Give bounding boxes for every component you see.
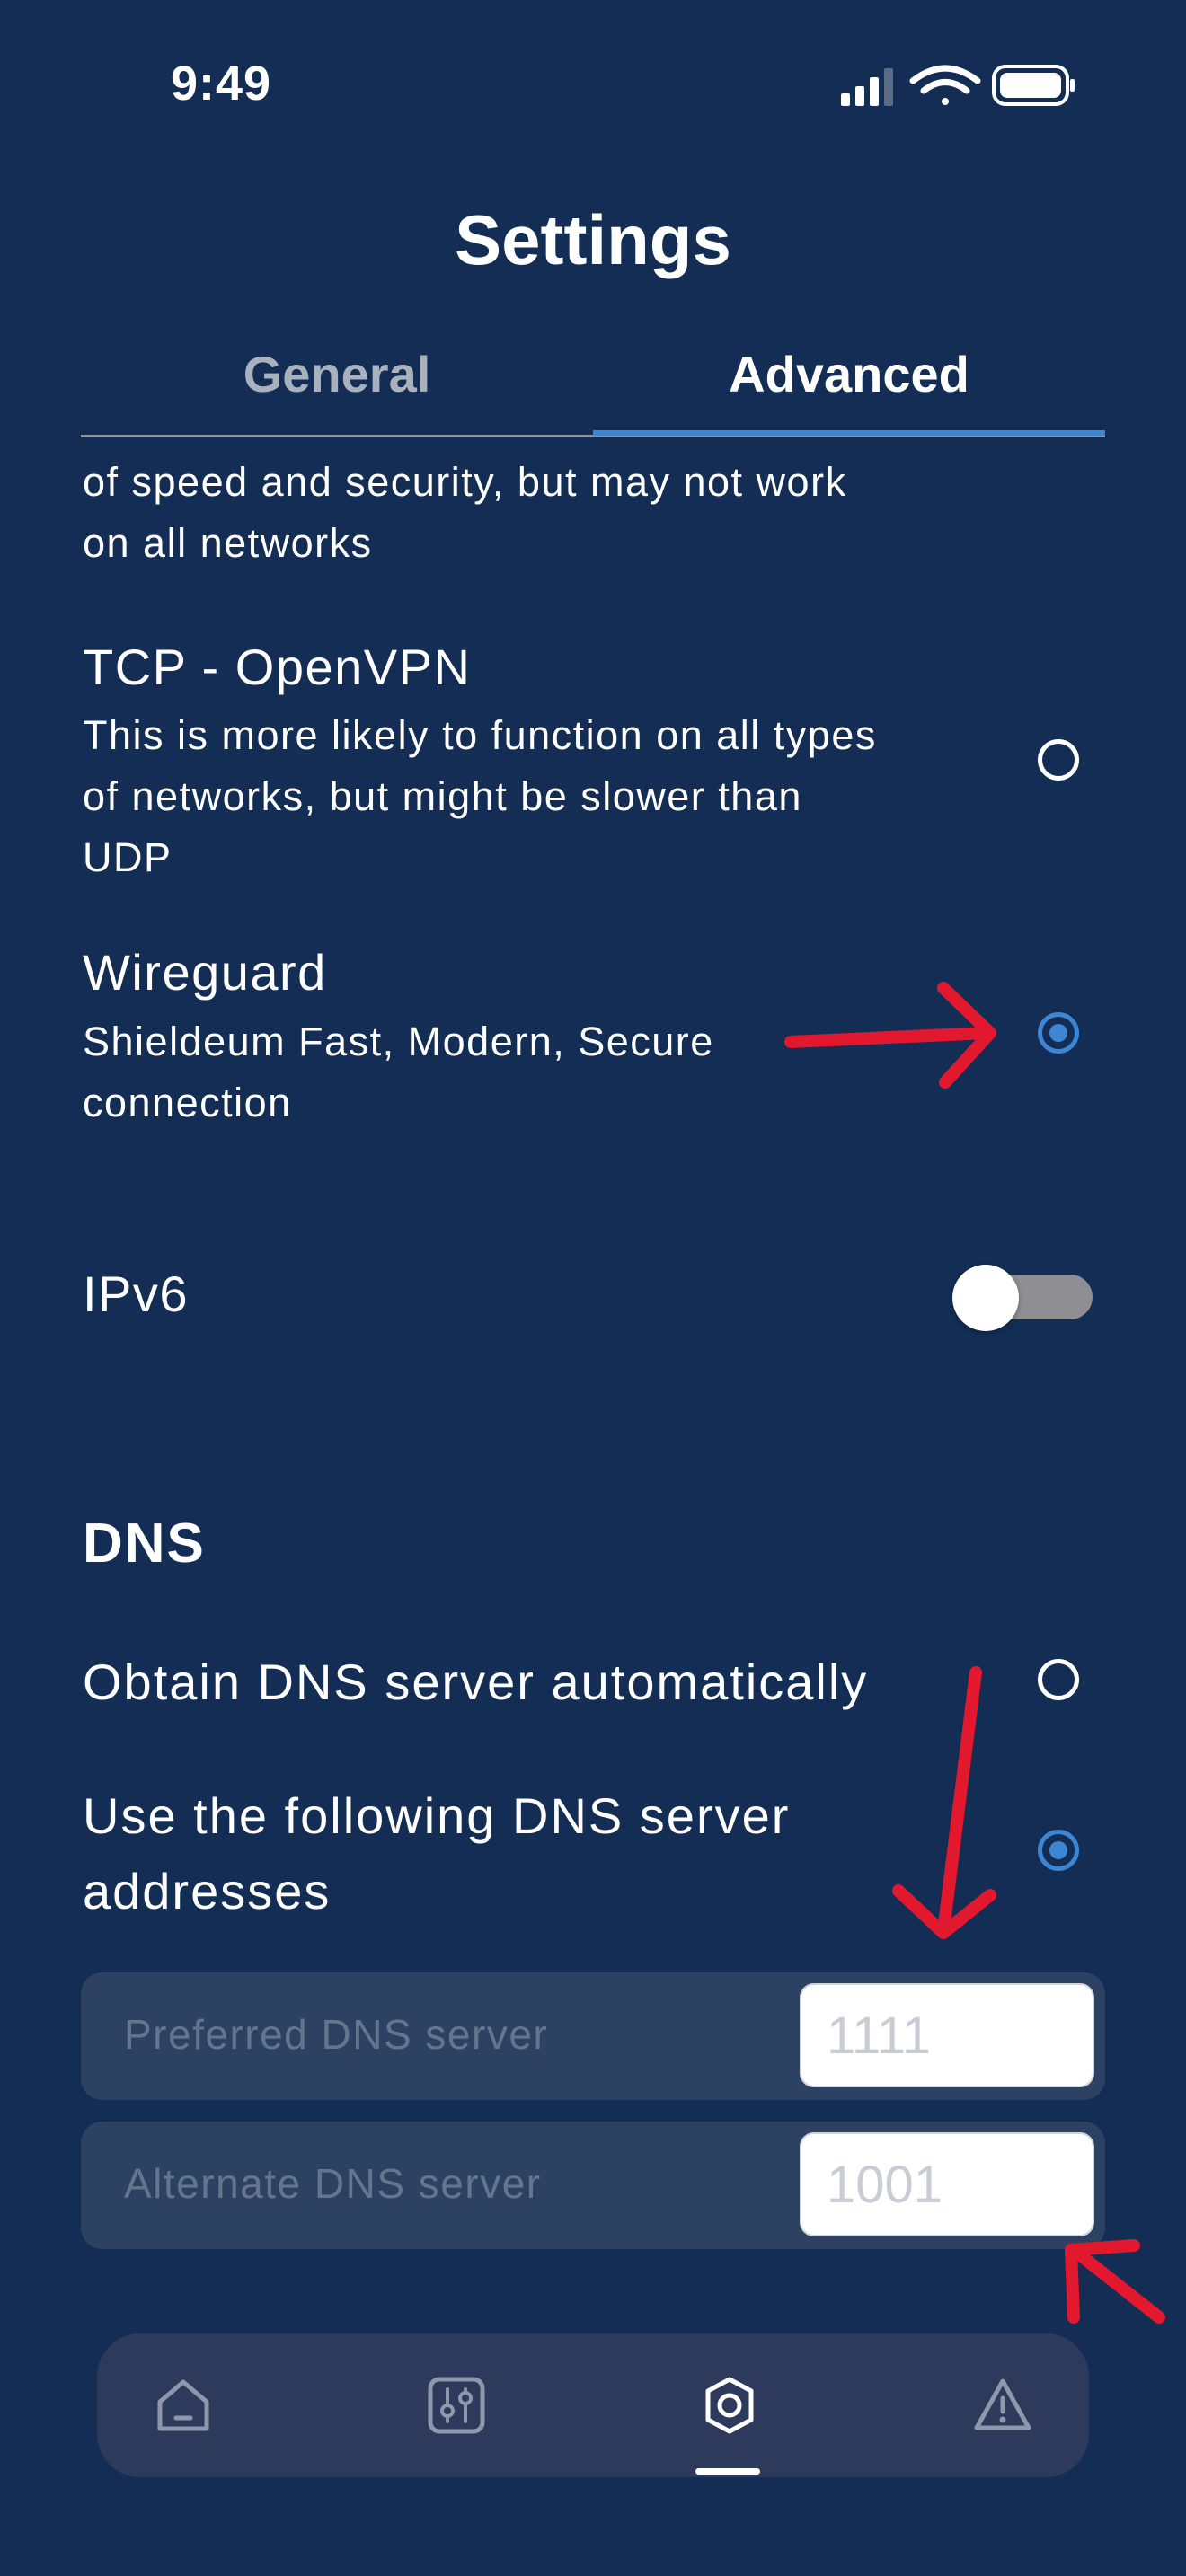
dns-section-title: DNS [83,1513,206,1575]
status-time: 9:49 [171,57,272,110]
wireguard-radio[interactable] [1038,1012,1079,1054]
preferred-dns-label: Preferred DNS server [124,2011,549,2058]
bottom-tab-bar [97,2333,1089,2477]
tab-advanced[interactable]: Advanced [593,345,1105,403]
sliders-icon[interactable] [426,2375,487,2436]
settings-content[interactable]: of speed and security, but may not work … [0,438,1186,2317]
status-icons [841,65,1075,106]
wifi-icon [909,65,981,105]
ipv6-toggle-knob [952,1265,1019,1331]
ipv6-toggle[interactable] [952,1265,1093,1331]
dns-auto-label: Obtain DNS server automatically [83,1654,869,1710]
dns-auto-radio[interactable] [1038,1659,1079,1700]
wireguard-title: Wireguard [83,944,327,1001]
tcp-openvpn-desc-line2: of networks, but might be slower than [83,773,802,819]
protocol-partial-desc-line2: on all networks [83,520,373,566]
cellular-signal-icon [841,68,893,106]
preferred-dns-input[interactable] [800,1983,1094,2087]
home-indicator [695,2468,760,2475]
wireguard-desc-line1: Shieldeum Fast, Modern, Secure [83,1019,714,1064]
settings-icon[interactable] [699,2375,760,2436]
alternate-dns-label: Alternate DNS server [124,2160,542,2207]
wireguard-desc-line2: connection [83,1080,292,1125]
dns-manual-radio[interactable] [1038,1830,1079,1871]
page-title: Settings [455,200,731,279]
tab-general[interactable]: General [81,345,593,403]
tcp-openvpn-radio[interactable] [1038,739,1079,781]
tcp-openvpn-title: TCP - OpenVPN [83,639,472,695]
protocol-partial-desc-line1: of speed and security, but may not work [83,459,847,505]
battery-icon [992,65,1075,106]
home-icon[interactable] [153,2375,214,2436]
alternate-dns-row: Alternate DNS server [81,2122,1105,2249]
ipv6-label: IPv6 [83,1266,190,1322]
tab-active-indicator [593,430,1105,436]
dns-manual-label-line1: Use the following DNS server [83,1787,791,1844]
tcp-openvpn-desc-line3: UDP [83,834,173,880]
tcp-openvpn-desc-line1: This is more likely to function on all t… [83,712,877,758]
dns-manual-label-line2: addresses [83,1863,332,1919]
preferred-dns-row: Preferred DNS server [81,1972,1105,2100]
warning-icon[interactable] [972,2375,1033,2436]
alternate-dns-input[interactable] [800,2132,1094,2236]
